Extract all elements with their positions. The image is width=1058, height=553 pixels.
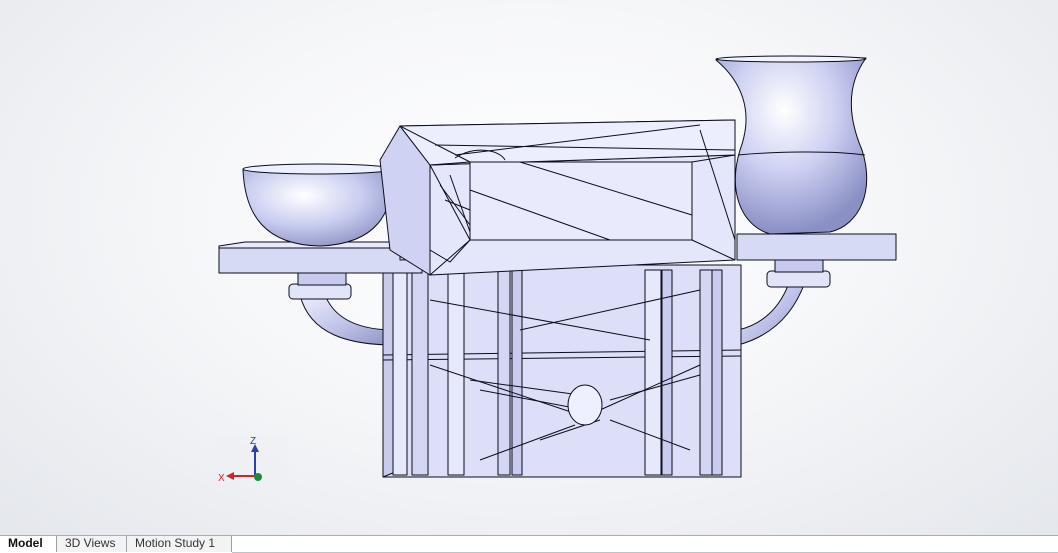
right-pipe [737,279,806,346]
left-shelf [218,247,423,274]
tab-bar-filler [232,536,1058,553]
y-axis [254,473,262,481]
left-bowl [242,167,395,247]
cad-part [218,55,897,478]
reference-triad: Z X [217,435,289,493]
tab-3d-views[interactable]: 3D Views [57,536,127,552]
tab-model[interactable]: Model [0,536,57,552]
x-axis-label: X [218,473,225,484]
right-vase [715,56,868,235]
left-pipe [299,294,396,346]
model-view[interactable]: Z X [0,0,1058,535]
bottom-tab-bar: Model 3D Views Motion Study 1 [0,535,1058,553]
housing-window [469,161,693,241]
z-axis-label: Z [250,436,256,447]
graphics-viewport[interactable]: Z X [0,0,1058,535]
right-shelf [736,233,897,261]
cross-hub [567,384,603,426]
tab-motion-study-1[interactable]: Motion Study 1 [127,536,232,552]
